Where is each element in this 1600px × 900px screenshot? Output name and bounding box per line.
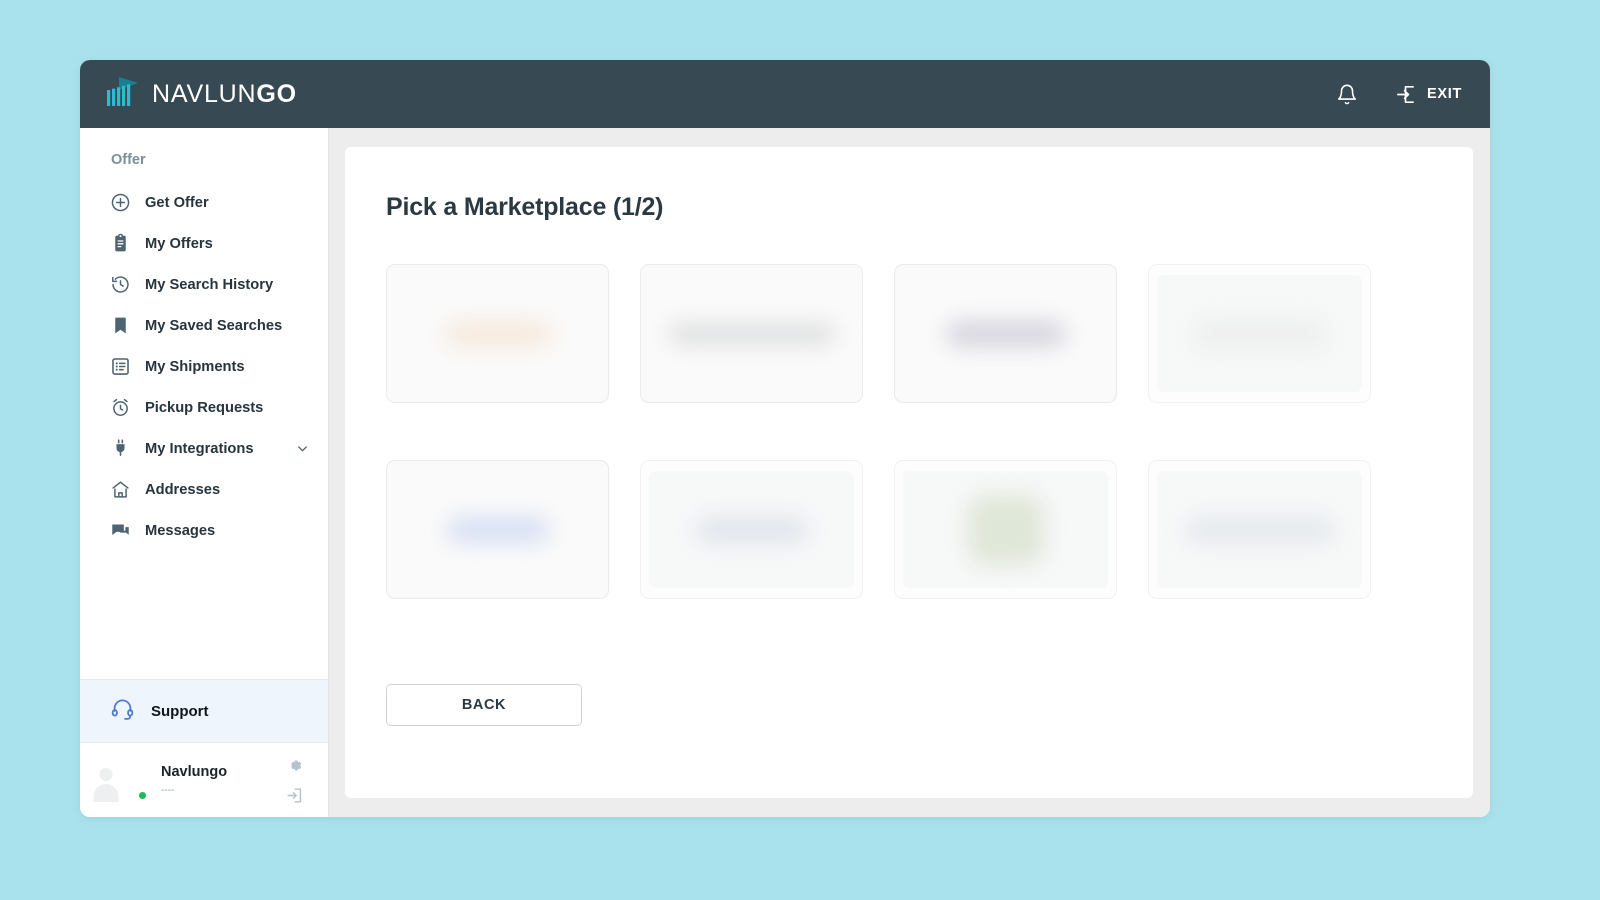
- bookmark-icon: [110, 315, 131, 336]
- page-title: Pick a Marketplace (1/2): [386, 193, 664, 221]
- app-window: NAVLUNGO EXIT Offer Get Offer My Offers …: [80, 60, 1490, 817]
- sidebar-item-label: Messages: [145, 522, 216, 539]
- marketplace-card-8[interactable]: [1148, 460, 1371, 599]
- home-icon: [110, 479, 131, 500]
- exit-label: EXIT: [1426, 86, 1462, 102]
- brand-logo[interactable]: NAVLUNGO: [105, 76, 297, 113]
- sidebar-item-support[interactable]: Support: [80, 679, 328, 743]
- profile-row[interactable]: Navlungo ----: [80, 743, 328, 817]
- sidebar-item-label: Get Offer: [145, 194, 209, 211]
- sidebar-item-label: My Saved Searches: [145, 317, 283, 334]
- marketplace-logo-blurred: [945, 320, 1066, 347]
- avatar: [93, 760, 148, 802]
- marketplace-logo-blurred: [1184, 516, 1335, 543]
- marketplace-logo-blurred: [1193, 318, 1326, 349]
- sidebar-item-my-saved-searches[interactable]: My Saved Searches: [80, 305, 328, 346]
- marketplace-logo-blurred: [695, 516, 808, 543]
- sidebar-item-my-search-history[interactable]: My Search History: [80, 264, 328, 305]
- online-status-dot: [137, 789, 148, 801]
- sidebar-item-label: My Shipments: [145, 358, 245, 375]
- sidebar-item-pickup-requests[interactable]: Pickup Requests: [80, 387, 328, 428]
- marketplace-card-2[interactable]: [640, 264, 863, 403]
- sidebar-item-label: My Offers: [145, 235, 213, 252]
- alarm-clock-icon: [110, 397, 131, 418]
- marketplace-card-5[interactable]: [386, 460, 609, 599]
- sidebar-nav-list: Get Offer My Offers My Search History My…: [80, 182, 328, 551]
- window-body: Offer Get Offer My Offers My Search Hist…: [80, 128, 1490, 817]
- navlungo-bars-logo-icon: [105, 76, 141, 113]
- marketplace-card-3[interactable]: [894, 264, 1117, 403]
- history-icon: [110, 274, 131, 295]
- list-box-icon: [110, 356, 131, 377]
- marketplace-logo-blurred: [443, 320, 552, 347]
- sidebar-item-messages[interactable]: Messages: [80, 510, 328, 551]
- header-actions: EXIT: [1336, 83, 1462, 106]
- profile-subtitle: ----: [161, 785, 175, 796]
- exit-button[interactable]: EXIT: [1394, 83, 1462, 106]
- content-panel: Pick a Marketplace (1/2) BACK: [345, 147, 1473, 798]
- sidebar-item-my-integrations[interactable]: My Integrations: [80, 428, 328, 469]
- sidebar-item-label: My Integrations: [145, 440, 254, 457]
- clipboard-icon: [110, 233, 131, 254]
- chevron-down-icon[interactable]: [295, 441, 310, 456]
- marketplace-card-4[interactable]: [1148, 264, 1371, 403]
- main-content: Pick a Marketplace (1/2) BACK: [329, 128, 1490, 817]
- sidebar-item-addresses[interactable]: Addresses: [80, 469, 328, 510]
- bell-icon[interactable]: [1336, 83, 1358, 106]
- sidebar-section-label: Offer: [111, 152, 146, 168]
- sidebar-item-my-shipments[interactable]: My Shipments: [80, 346, 328, 387]
- top-header-bar: NAVLUNGO EXIT: [80, 60, 1490, 128]
- marketplace-logo-blurred: [667, 322, 836, 345]
- sidebar-item-label: Support: [151, 702, 209, 720]
- exit-arrow-icon: [1394, 83, 1417, 106]
- sidebar-item-label: Pickup Requests: [145, 399, 264, 416]
- marketplace-logo-blurred: [967, 494, 1044, 565]
- sidebar-item-label: Addresses: [145, 481, 221, 498]
- brand-name: NAVLUNGO: [152, 79, 297, 108]
- marketplace-logo-blurred: [445, 516, 550, 543]
- chat-bubbles-icon: [110, 520, 131, 541]
- sidebar: Offer Get Offer My Offers My Search Hist…: [80, 128, 329, 817]
- plug-icon: [110, 438, 131, 459]
- profile-name: Navlungo: [161, 764, 228, 780]
- marketplace-grid: [386, 264, 1433, 599]
- sidebar-item-label: My Search History: [145, 276, 274, 293]
- marketplace-card-1[interactable]: [386, 264, 609, 403]
- logout-icon[interactable]: [285, 786, 304, 805]
- sidebar-item-my-offers[interactable]: My Offers: [80, 223, 328, 264]
- sidebar-item-get-offer[interactable]: Get Offer: [80, 182, 328, 223]
- back-button[interactable]: BACK: [386, 684, 582, 726]
- headset-icon: [110, 696, 135, 726]
- gear-icon[interactable]: [285, 756, 304, 775]
- marketplace-card-7[interactable]: [894, 460, 1117, 599]
- plus-circle-icon: [110, 192, 131, 213]
- marketplace-card-6[interactable]: [640, 460, 863, 599]
- profile-actions: [285, 756, 312, 805]
